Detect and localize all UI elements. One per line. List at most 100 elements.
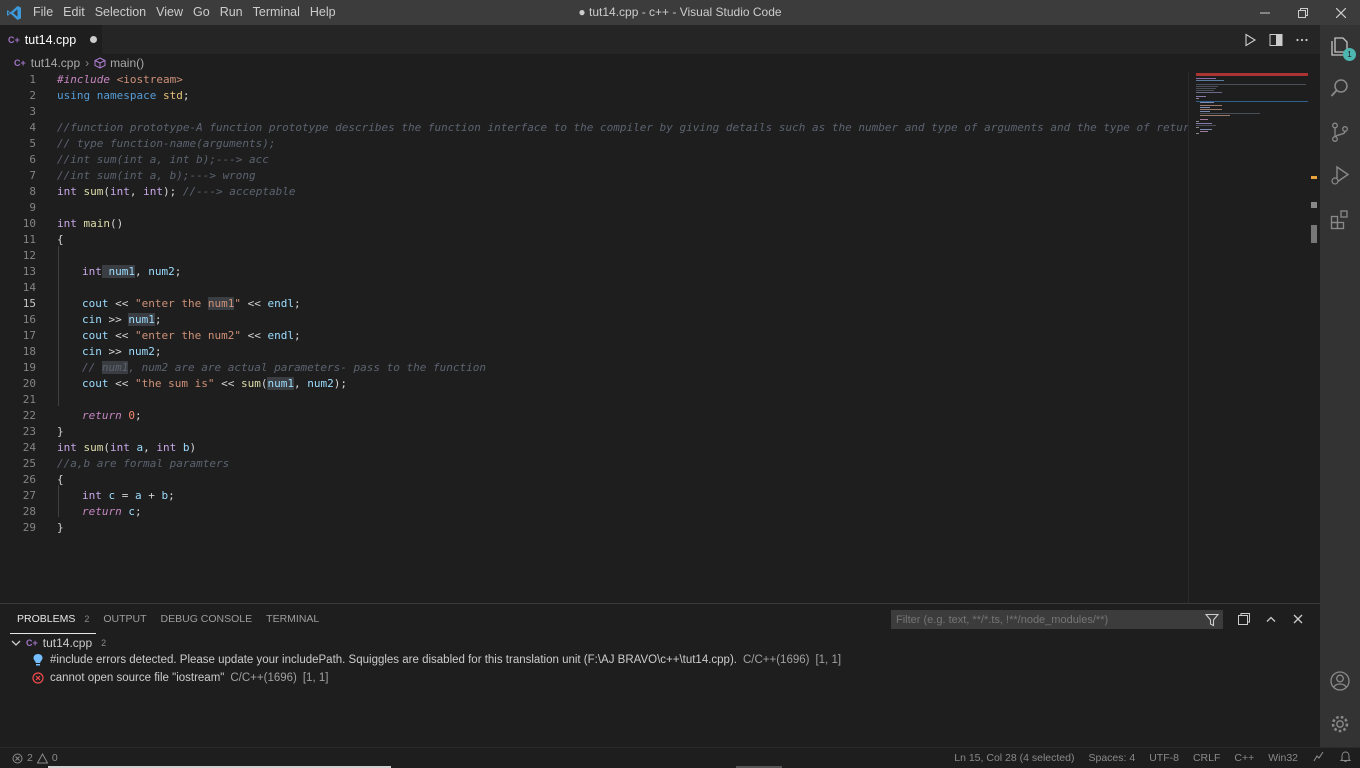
cursor-position[interactable]: Ln 15, Col 28 (4 selected) bbox=[954, 752, 1074, 764]
bell-icon bbox=[1339, 751, 1352, 762]
breadcrumb-file[interactable]: tut14.cpp bbox=[31, 56, 80, 70]
close-window-button[interactable] bbox=[1322, 0, 1360, 25]
platform[interactable]: Win32 bbox=[1268, 752, 1298, 764]
title-bar: File Edit Selection View Go Run Terminal… bbox=[0, 0, 1360, 25]
panel-tabs: PROBLEMS 2 OUTPUT DEBUG CONSOLE TERMINAL bbox=[10, 604, 326, 634]
code-line: 27 int c = a + b; bbox=[22, 489, 175, 502]
scroll-marker bbox=[1311, 202, 1317, 208]
error-count: 2 bbox=[27, 752, 33, 764]
code-line: 23} bbox=[22, 425, 64, 438]
breadcrumb: C+ tut14.cpp › main() bbox=[0, 54, 1320, 72]
menu-bar: File Edit Selection View Go Run Terminal… bbox=[28, 0, 341, 25]
editor-tab-bar: C+ tut14.cpp bbox=[0, 25, 1320, 54]
warning-count: 0 bbox=[51, 752, 58, 764]
scroll-marker bbox=[1311, 225, 1317, 243]
problem-message: cannot open source file "iostream" bbox=[50, 672, 225, 684]
menu-edit[interactable]: Edit bbox=[58, 0, 90, 25]
source-control-button[interactable] bbox=[1328, 120, 1352, 144]
notifications-button[interactable] bbox=[1339, 750, 1352, 766]
panel-layout-icon bbox=[1238, 613, 1250, 625]
error-icon bbox=[32, 672, 44, 684]
minimize-button[interactable] bbox=[1246, 0, 1284, 25]
problems-file-group[interactable]: C+ tut14.cpp 2 bbox=[10, 634, 106, 652]
source-control-icon bbox=[1332, 122, 1348, 142]
split-editor-button[interactable] bbox=[1268, 32, 1284, 48]
run-code-button[interactable] bbox=[1242, 32, 1258, 48]
encoding[interactable]: UTF-8 bbox=[1149, 752, 1179, 764]
menu-go[interactable]: Go bbox=[188, 0, 215, 25]
breadcrumb-symbol[interactable]: main() bbox=[110, 56, 144, 70]
menu-view[interactable]: View bbox=[151, 0, 188, 25]
tab-terminal[interactable]: TERMINAL bbox=[259, 604, 326, 634]
feedback-icon bbox=[1313, 751, 1324, 762]
menu-run[interactable]: Run bbox=[215, 0, 248, 25]
code-line: 25//a,b are formal paramters bbox=[22, 457, 230, 470]
run-debug-button[interactable] bbox=[1328, 163, 1352, 187]
ellipsis-icon bbox=[1296, 38, 1308, 41]
minimap[interactable] bbox=[1188, 72, 1322, 603]
run-debug-icon bbox=[1331, 165, 1350, 185]
close-panel-button[interactable] bbox=[1290, 611, 1306, 627]
account-icon bbox=[1330, 671, 1350, 691]
search-icon bbox=[1330, 79, 1348, 97]
more-actions-button[interactable] bbox=[1294, 32, 1310, 48]
problem-item[interactable]: #include errors detected. Please update … bbox=[32, 651, 841, 669]
tab-output[interactable]: OUTPUT bbox=[96, 604, 153, 634]
manage-settings-button[interactable] bbox=[1328, 712, 1352, 736]
code-line: 16 cin >> num1; bbox=[22, 313, 162, 326]
search-button[interactable] bbox=[1328, 76, 1352, 100]
cpp-file-icon: C+ bbox=[26, 638, 38, 648]
code-line: 12 bbox=[22, 249, 36, 262]
code-line: 24 int sum(int a, int b) bbox=[22, 441, 197, 454]
close-icon bbox=[1336, 7, 1346, 18]
accounts-button[interactable] bbox=[1328, 669, 1352, 693]
editor-actions bbox=[1242, 25, 1310, 54]
menu-file[interactable]: File bbox=[28, 0, 58, 25]
unsaved-dot-icon[interactable] bbox=[90, 36, 98, 43]
collapse-panel-button[interactable] bbox=[1263, 611, 1279, 627]
tab-debug-console[interactable]: DEBUG CONSOLE bbox=[154, 604, 260, 634]
restore-button[interactable] bbox=[1284, 0, 1322, 25]
lightbulb-info-icon bbox=[33, 654, 43, 666]
menu-help[interactable]: Help bbox=[305, 0, 341, 25]
explorer-button[interactable]: 1 bbox=[1328, 34, 1356, 61]
problem-source: C/C++(1696) bbox=[230, 672, 297, 684]
maximize-panel-button[interactable] bbox=[1236, 611, 1252, 627]
editor-scrollbar[interactable] bbox=[1308, 72, 1320, 603]
scroll-marker-warning bbox=[1311, 176, 1317, 179]
filter-button[interactable] bbox=[1204, 612, 1220, 628]
code-line: 9 bbox=[29, 201, 36, 214]
feedback-button[interactable] bbox=[1312, 750, 1325, 766]
code-line: 29} bbox=[22, 521, 64, 534]
language-mode[interactable]: C++ bbox=[1234, 752, 1254, 764]
filter-icon bbox=[1204, 613, 1220, 627]
minimize-icon bbox=[1260, 12, 1270, 13]
tab-label: tut14.cpp bbox=[24, 32, 77, 47]
gear-icon bbox=[1331, 715, 1349, 733]
menu-terminal[interactable]: Terminal bbox=[248, 0, 305, 25]
bottom-panel: PROBLEMS 2 OUTPUT DEBUG CONSOLE TERMINAL … bbox=[0, 603, 1320, 747]
code-line: 13 int num1, num2; bbox=[22, 265, 182, 278]
problems-filter-input[interactable] bbox=[891, 610, 1223, 629]
status-right: Ln 15, Col 28 (4 selected) Spaces: 4 UTF… bbox=[940, 748, 1352, 768]
window-controls bbox=[1246, 0, 1360, 25]
code-line: 14 bbox=[22, 281, 36, 294]
indentation[interactable]: Spaces: 4 bbox=[1089, 752, 1136, 764]
tab-problems[interactable]: PROBLEMS 2 bbox=[10, 604, 97, 634]
code-line: 6//int sum(int a, int b);---> acc bbox=[29, 153, 269, 166]
extensions-button[interactable] bbox=[1328, 207, 1352, 231]
code-line: 4//function prototype-A function prototy… bbox=[29, 121, 1188, 134]
menu-selection[interactable]: Selection bbox=[90, 0, 151, 25]
code-line: 10 int main() bbox=[22, 217, 124, 230]
tab-tut14-cpp[interactable]: C+ tut14.cpp bbox=[0, 25, 102, 54]
end-of-line[interactable]: CRLF bbox=[1193, 752, 1220, 764]
code-line: 1 #include <iostream> bbox=[29, 73, 183, 86]
code-line: 2 using namespace std; bbox=[29, 89, 190, 102]
code-line: 28 return c; bbox=[22, 505, 142, 518]
chevron-right-icon: › bbox=[85, 56, 90, 70]
problems-status[interactable]: 2 0 bbox=[12, 748, 58, 768]
problems-file-name: tut14.cpp bbox=[42, 636, 93, 650]
problem-item[interactable]: cannot open source file "iostream" C/C++… bbox=[32, 669, 328, 687]
code-line: 21 bbox=[22, 393, 36, 406]
code-editor[interactable]: 1 #include <iostream> 2 using namespace st… bbox=[0, 72, 1188, 603]
